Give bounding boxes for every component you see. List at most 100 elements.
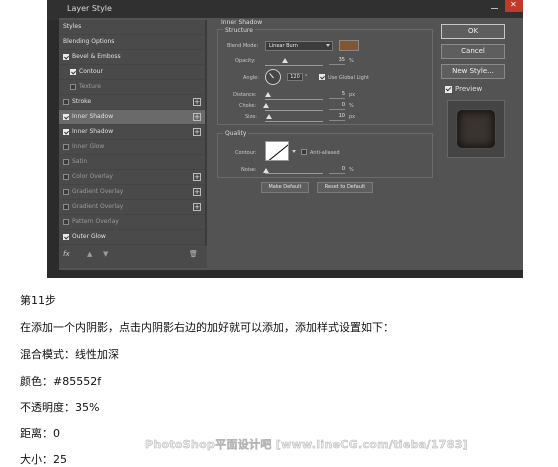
- noise-slider-thumb[interactable]: [263, 168, 269, 173]
- styles-list-item[interactable]: Color Overlay +: [59, 170, 207, 185]
- styles-list-item[interactable]: Inner Shadow +: [59, 110, 207, 125]
- cancel-button[interactable]: Cancel: [441, 44, 505, 59]
- step-heading: 第11步: [20, 294, 56, 307]
- distance-slider-thumb[interactable]: [265, 92, 271, 97]
- anti-aliased-checkbox[interactable]: [301, 149, 307, 155]
- move-down-icon[interactable]: ▼: [103, 250, 108, 258]
- style-checkbox[interactable]: [63, 234, 69, 240]
- watermark: PhotoShop平面设计吧 [www.lineCG.com/tieba/178…: [145, 438, 468, 452]
- styles-list-item[interactable]: Contour: [59, 65, 207, 80]
- inner-shadow-settings: Inner Shadow Structure Blend Mode: Linea…: [213, 18, 435, 268]
- trash-icon[interactable]: 🗑: [189, 250, 198, 258]
- size-unit: px: [349, 114, 356, 120]
- distance-input[interactable]: 5: [329, 91, 345, 99]
- size-slider-thumb[interactable]: [266, 114, 272, 119]
- style-checkbox[interactable]: [70, 84, 76, 90]
- style-checkbox[interactable]: [63, 54, 69, 60]
- setting-blend-mode: 混合模式：线性加深: [20, 348, 119, 361]
- new-style-button[interactable]: New Style...: [441, 64, 505, 79]
- styles-list-item[interactable]: Texture: [59, 80, 207, 95]
- use-global-light-checkbox[interactable]: [319, 74, 325, 80]
- blend-mode-select[interactable]: Linear Burn: [265, 41, 333, 51]
- preview-label: Preview: [455, 85, 483, 93]
- preview-thumbnail: [457, 110, 495, 148]
- style-label: Gradient Overlay: [72, 188, 124, 195]
- style-preview: [447, 100, 505, 158]
- styles-list-item[interactable]: Styles: [59, 20, 207, 35]
- choke-label: Choke:: [239, 103, 257, 109]
- noise-input[interactable]: 0: [329, 166, 345, 174]
- styles-list-item[interactable]: Bevel & Emboss: [59, 50, 207, 65]
- quality-heading: Quality: [223, 130, 249, 137]
- style-label: Gradient Overlay: [72, 203, 124, 210]
- shadow-color-swatch[interactable]: [339, 40, 359, 51]
- setting-distance: 距离：0: [20, 427, 60, 440]
- structure-heading: Structure: [223, 27, 255, 34]
- close-icon[interactable]: [505, 0, 523, 12]
- style-checkbox[interactable]: [63, 174, 69, 180]
- styles-list-item[interactable]: Outer Glow: [59, 230, 207, 245]
- preview-checkbox[interactable]: [445, 86, 452, 93]
- setting-size: 大小：25: [20, 453, 67, 466]
- styles-list-item[interactable]: Inner Glow: [59, 140, 207, 155]
- choke-slider-track[interactable]: [265, 110, 323, 111]
- styles-list-item[interactable]: Pattern Overlay: [59, 215, 207, 230]
- styles-list-item[interactable]: Gradient Overlay +: [59, 185, 207, 200]
- style-checkbox[interactable]: [63, 129, 69, 135]
- style-checkbox[interactable]: [63, 99, 69, 105]
- choke-slider-thumb[interactable]: [263, 103, 269, 108]
- reset-to-default-button[interactable]: Reset to Default: [317, 182, 373, 193]
- styles-list-item[interactable]: Stroke +: [59, 95, 207, 110]
- styles-list-item[interactable]: Gradient Overlay +: [59, 200, 207, 215]
- fx-icon[interactable]: fx: [63, 250, 70, 258]
- style-checkbox[interactable]: [70, 69, 76, 75]
- choke-input[interactable]: 0: [329, 102, 345, 110]
- styles-list-item[interactable]: Blending Options: [59, 35, 207, 50]
- add-style-icon[interactable]: +: [193, 128, 201, 136]
- styles-list-item[interactable]: Inner Shadow +: [59, 125, 207, 140]
- dialog-actions: OK Cancel New Style... Preview: [441, 20, 521, 268]
- distance-label: Distance:: [233, 92, 257, 98]
- add-style-icon[interactable]: +: [193, 113, 201, 121]
- angle-needle: [269, 73, 274, 79]
- layer-style-dialog: Styles Blending Options Bevel & Emboss Cont…: [59, 18, 523, 270]
- step-description: 在添加一个内阴影，点击内阴影右边的加好就可以添加，添加样式设置如下：: [20, 321, 394, 334]
- style-checkbox[interactable]: [63, 204, 69, 210]
- styles-scrollbar[interactable]: [205, 20, 207, 246]
- size-input[interactable]: 10: [329, 113, 345, 121]
- angle-input[interactable]: 120: [287, 73, 303, 81]
- ok-button[interactable]: OK: [441, 24, 505, 39]
- contour-dropdown-icon[interactable]: [292, 150, 296, 153]
- style-checkbox[interactable]: [63, 219, 69, 225]
- title-bar: Layer Style: [47, 0, 523, 20]
- opacity-slider-track[interactable]: [265, 65, 323, 66]
- styles-bottom-bar: fx ▲ ▼ 🗑: [59, 246, 207, 268]
- use-global-light-label: Use Global Light: [328, 75, 369, 81]
- distance-slider-track[interactable]: [265, 99, 323, 100]
- add-style-icon[interactable]: +: [193, 173, 201, 181]
- angle-dial[interactable]: [265, 69, 281, 85]
- opacity-input[interactable]: 35: [329, 57, 345, 65]
- add-style-icon[interactable]: +: [193, 98, 201, 106]
- opacity-unit: %: [349, 58, 354, 64]
- size-slider-track[interactable]: [265, 121, 323, 122]
- minimize-icon[interactable]: [486, 0, 504, 12]
- chevron-down-icon: [326, 44, 330, 47]
- angle-label: Angle:: [243, 75, 259, 81]
- move-up-icon[interactable]: ▲: [87, 250, 92, 258]
- opacity-slider-thumb[interactable]: [282, 58, 289, 63]
- contour-label: Contour:: [235, 150, 257, 156]
- noise-slider-track[interactable]: [265, 173, 323, 174]
- dialog-title: Layer Style: [67, 4, 112, 13]
- anti-aliased-label: Anti-aliased: [310, 150, 340, 156]
- style-checkbox[interactable]: [63, 159, 69, 165]
- make-default-button[interactable]: Make Default: [261, 182, 309, 193]
- size-label: Size:: [245, 114, 257, 120]
- styles-list-item[interactable]: Satin: [59, 155, 207, 170]
- add-style-icon[interactable]: +: [193, 203, 201, 211]
- style-checkbox[interactable]: [63, 144, 69, 150]
- style-checkbox[interactable]: [63, 114, 69, 120]
- style-checkbox[interactable]: [63, 189, 69, 195]
- contour-preview[interactable]: [265, 141, 289, 161]
- add-style-icon[interactable]: +: [193, 188, 201, 196]
